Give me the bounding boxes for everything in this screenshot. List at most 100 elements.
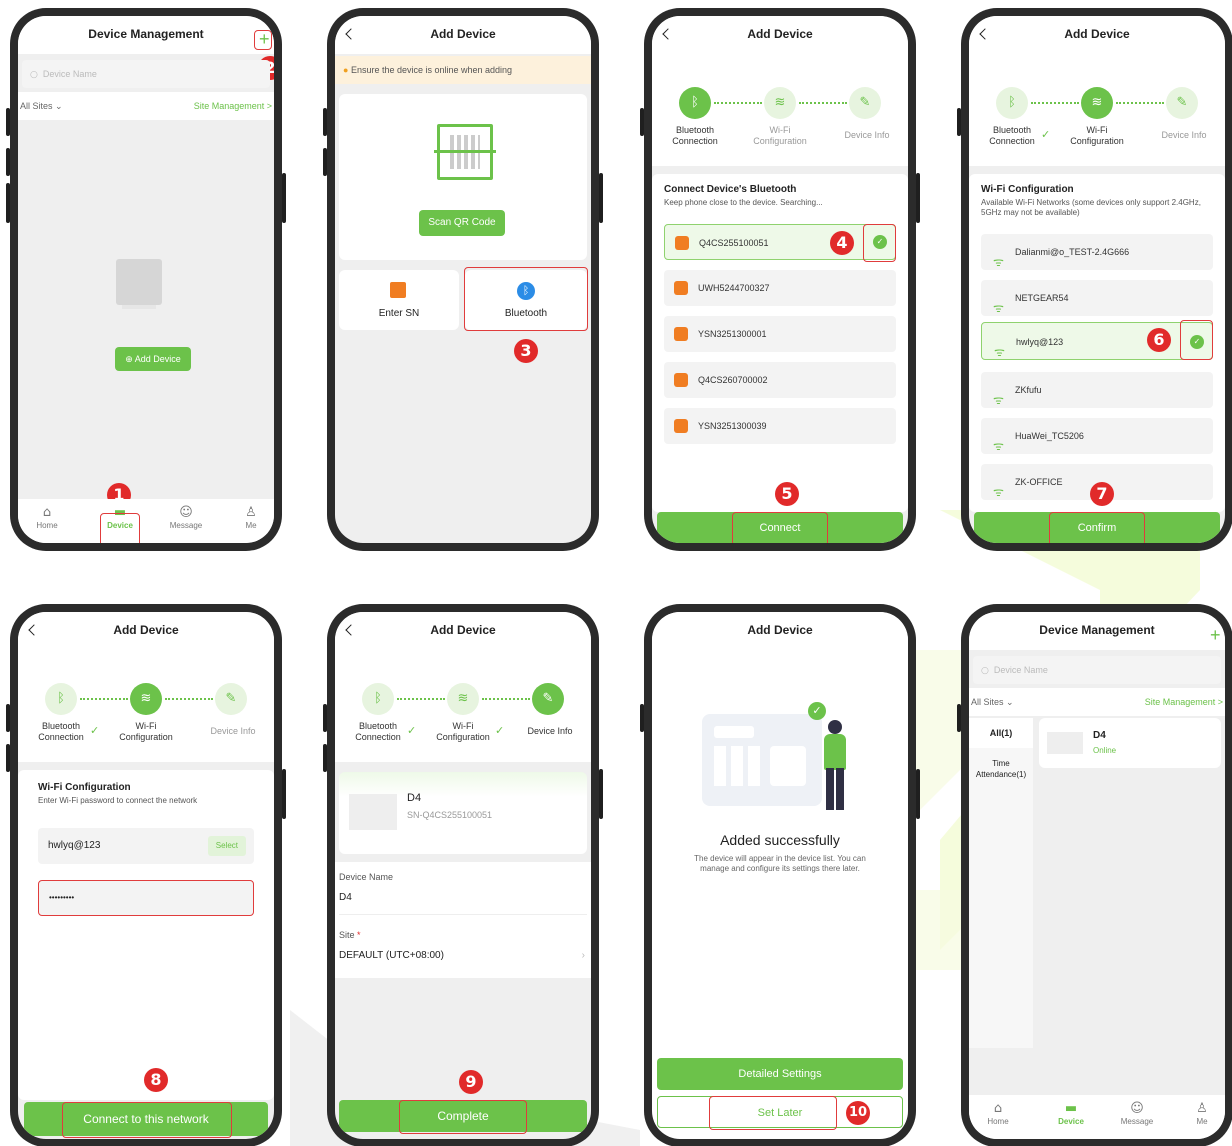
phone-device-management: Device Management + 2 ○ Device Name All … bbox=[6, 8, 286, 551]
group-sidebar: All(1) Time Attendance(1) bbox=[969, 718, 1033, 1048]
add-icon[interactable]: + bbox=[1210, 626, 1221, 644]
device-form: Device Name D4 Site * DEFAULT (UTC+08:00… bbox=[335, 862, 591, 978]
tab-home[interactable]: ⌂ Home bbox=[22, 505, 72, 530]
site-management-link[interactable]: Site Management > bbox=[1145, 688, 1223, 716]
device-summary-card: D4 SN-Q4CS255100051 bbox=[339, 772, 587, 854]
message-icon: ☺ bbox=[179, 505, 193, 520]
add-device-button[interactable]: ⊕ Add Device bbox=[115, 347, 191, 371]
device-item[interactable]: Q4CS260700002 bbox=[664, 362, 896, 398]
wifi-icon: ᯤ bbox=[994, 345, 1005, 359]
highlight-connect bbox=[62, 1102, 232, 1138]
home-icon: ⌂ bbox=[993, 1101, 1003, 1116]
search-input[interactable]: ○ Device Name bbox=[22, 60, 270, 88]
tab-me[interactable]: ♙ Me bbox=[1177, 1101, 1225, 1126]
phone-device-info: Add Device ᛒ ≋ ✎ Bluetooth Connection ✓ … bbox=[323, 604, 603, 1146]
site-management-link[interactable]: Site Management > bbox=[194, 92, 272, 120]
phone-add-device-method: Add Device ● Ensure the device is online… bbox=[323, 8, 603, 551]
password-card: Wi-Fi Configuration Enter Wi-Fi password… bbox=[18, 770, 274, 1100]
step-marker-7: 7 bbox=[1090, 482, 1114, 506]
site-bar: All Sites ⌄ Site Management > bbox=[969, 688, 1225, 716]
wifi-icon: ᯤ bbox=[993, 301, 1004, 315]
bluetooth-step-icon: ᛒ bbox=[679, 87, 711, 119]
site-filter[interactable]: All Sites ⌄ bbox=[971, 688, 1014, 716]
step-label-wifi: Wi-Fi Configuration bbox=[119, 721, 173, 742]
highlight-complete bbox=[399, 1100, 527, 1134]
screen: Add Device ᛒ ≋ ✎ Bluetooth Connection ✓ … bbox=[18, 612, 274, 1139]
highlight-device-tab bbox=[100, 513, 140, 543]
screen: Add Device ✓ Added successfully The devi… bbox=[652, 612, 908, 1139]
step-marker-6: 6 bbox=[1147, 328, 1171, 352]
chevron-down-icon: ⌄ bbox=[1006, 697, 1014, 707]
section-title: Wi-Fi Configuration bbox=[981, 184, 1074, 195]
step-label-bluetooth: Bluetooth Connection bbox=[989, 125, 1035, 146]
wifi-step-icon: ≋ bbox=[130, 683, 162, 715]
password-input[interactable]: ••••••••• bbox=[38, 880, 254, 916]
page-title: Add Device bbox=[430, 623, 496, 637]
detailed-settings-button[interactable]: Detailed Settings bbox=[657, 1058, 903, 1090]
phone-wifi-password: Add Device ᛒ ≋ ✎ Bluetooth Connection ✓ … bbox=[6, 604, 286, 1146]
section-title: Wi-Fi Configuration bbox=[38, 782, 131, 793]
tutorial-canvas: Device Management + 2 ○ Device Name All … bbox=[0, 0, 1232, 1146]
done-check-icon: ✓ bbox=[90, 724, 100, 737]
tab-message[interactable]: ☺ Message bbox=[161, 505, 211, 530]
step-label-info: Device Info bbox=[844, 130, 890, 140]
select-button[interactable]: Select bbox=[207, 836, 246, 856]
highlight-check bbox=[863, 224, 896, 262]
device-item[interactable]: Q4CS255100051 ✓ bbox=[664, 224, 896, 260]
group-time-attendance[interactable]: Time Attendance(1) bbox=[969, 758, 1033, 780]
search-input[interactable]: ○ Device Name bbox=[973, 656, 1221, 684]
step-label-bluetooth: Bluetooth Connection bbox=[355, 721, 401, 742]
phone-device-list: Device Management + ○ Device Name All Si… bbox=[957, 604, 1232, 1146]
highlight-set-later bbox=[709, 1096, 837, 1130]
site-filter[interactable]: All Sites ⌄ bbox=[20, 92, 63, 120]
screen: Add Device ● Ensure the device is online… bbox=[335, 16, 591, 543]
screen: Device Management + 2 ○ Device Name All … bbox=[18, 16, 274, 543]
wifi-step-icon: ≋ bbox=[764, 87, 796, 119]
router-icon bbox=[675, 236, 689, 250]
message-icon: ☺ bbox=[1130, 1101, 1144, 1116]
group-all[interactable]: All(1) bbox=[969, 718, 1033, 748]
wifi-item[interactable]: ᯤ NETGEAR54 bbox=[981, 280, 1213, 316]
tab-message[interactable]: ☺ Message bbox=[1112, 1101, 1162, 1126]
tab-home[interactable]: ⌂ Home bbox=[973, 1101, 1023, 1126]
ssid-field: hwlyq@123 Select bbox=[38, 828, 254, 864]
scan-qr-button[interactable]: Scan QR Code bbox=[419, 210, 505, 236]
router-icon bbox=[674, 373, 688, 387]
edit-step-icon: ✎ bbox=[215, 683, 247, 715]
wifi-item[interactable]: ᯤ hwlyq@123 ✓ bbox=[981, 322, 1213, 360]
notice-banner: ● Ensure the device is online when addin… bbox=[335, 56, 591, 84]
device-item[interactable]: UWH5244700327 bbox=[664, 270, 896, 306]
step-label-info: Device Info bbox=[1161, 130, 1207, 140]
edit-step-icon: ✎ bbox=[849, 87, 881, 119]
wifi-item[interactable]: ᯤ Dalianmi@o_TEST-2.4G666 bbox=[981, 234, 1213, 270]
device-card[interactable]: D4 Online bbox=[1039, 718, 1221, 768]
tab-me[interactable]: ♙ Me bbox=[226, 505, 274, 530]
step-label-bluetooth: Bluetooth Connection bbox=[672, 125, 718, 146]
search-icon: ○ bbox=[981, 666, 989, 676]
chevron-right-icon: › bbox=[581, 950, 585, 961]
device-item[interactable]: YSN3251300001 bbox=[664, 316, 896, 352]
tab-device[interactable]: ▬ Device bbox=[1046, 1101, 1096, 1126]
wifi-item[interactable]: ᯤ HuaWei_TC5206 bbox=[981, 418, 1213, 454]
user-icon: ♙ bbox=[245, 505, 257, 520]
wifi-item[interactable]: ᯤ ZKfufu bbox=[981, 372, 1213, 408]
highlight-confirm bbox=[1049, 512, 1145, 543]
site-select[interactable]: DEFAULT (UTC+08:00) › bbox=[339, 950, 587, 961]
user-icon: ♙ bbox=[1196, 1101, 1208, 1116]
device-name-input[interactable]: D4 bbox=[339, 892, 352, 903]
section-subtitle: Enter Wi-Fi password to connect the netw… bbox=[38, 796, 198, 805]
bluetooth-step-icon: ᛒ bbox=[45, 683, 77, 715]
step-marker-10: 10 bbox=[846, 1101, 870, 1125]
empty-box-icon bbox=[116, 259, 162, 305]
device-item[interactable]: YSN3251300039 bbox=[664, 408, 896, 444]
site-bar: All Sites ⌄ Site Management > bbox=[18, 92, 274, 120]
highlight-connect bbox=[732, 512, 828, 543]
section-subtitle: Keep phone close to the device. Searchin… bbox=[664, 198, 823, 207]
enter-sn-card[interactable]: Enter SN bbox=[339, 270, 459, 330]
done-check-icon: ✓ bbox=[495, 724, 505, 737]
home-icon: ⌂ bbox=[42, 505, 52, 520]
step-marker-4: 4 bbox=[830, 231, 854, 255]
step-marker-5: 5 bbox=[775, 482, 799, 506]
page-title: Add Device bbox=[335, 16, 591, 54]
phone-wifi-selection: Add Device ᛒ ≋ ✎ Bluetooth Connection ✓ … bbox=[957, 8, 1232, 551]
